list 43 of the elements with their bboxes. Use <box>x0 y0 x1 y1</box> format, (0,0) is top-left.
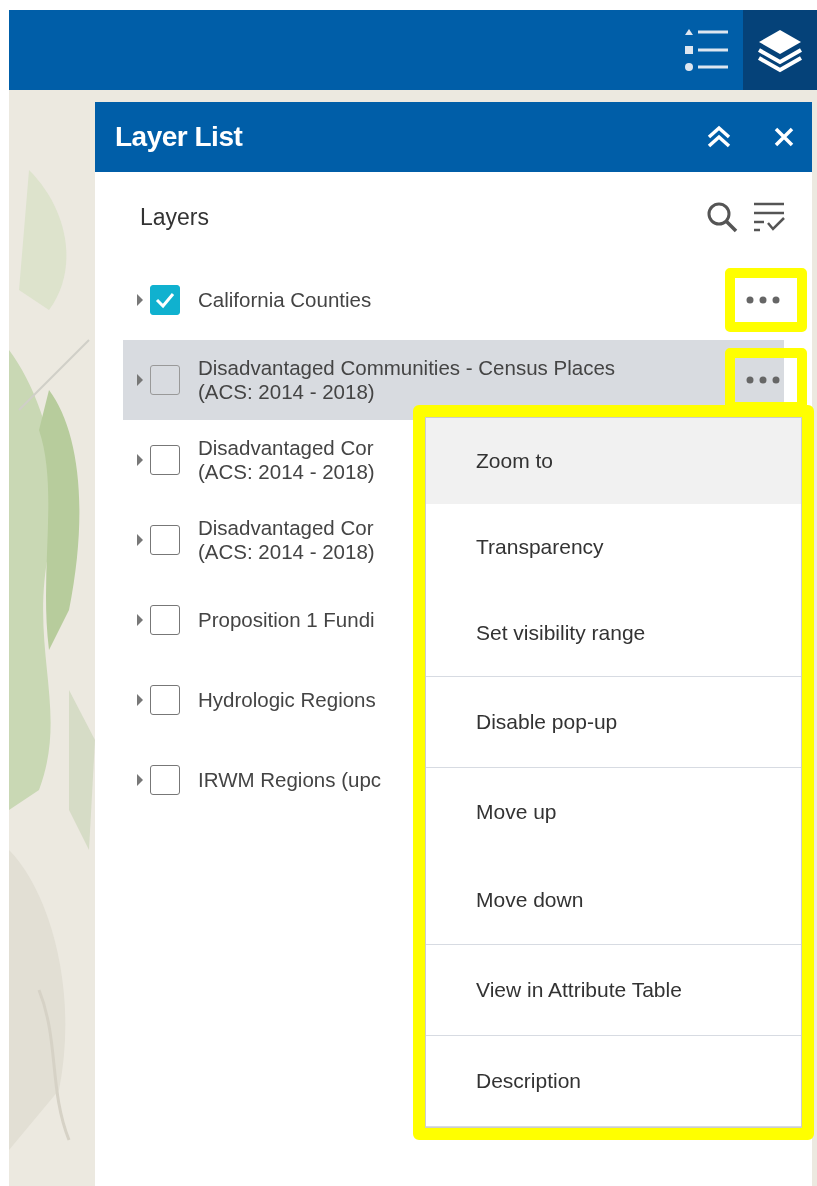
filter-button[interactable] <box>752 201 786 233</box>
layer-title: Disadvantaged Cor (ACS: 2014 - 2018) <box>198 516 375 564</box>
search-button[interactable] <box>706 201 738 233</box>
layers-button[interactable] <box>743 10 817 90</box>
menu-item[interactable]: Transparency <box>426 504 801 590</box>
menu-item[interactable]: Zoom to <box>426 418 801 504</box>
expand-caret-icon[interactable] <box>136 613 144 627</box>
layer-title: Disadvantaged Communities - Census Places (ACS: 2014 - 2018) <box>198 356 616 404</box>
menu-item[interactable]: Disable pop-up <box>426 677 801 767</box>
ellipsis-icon <box>746 376 780 384</box>
layer-checkbox[interactable] <box>150 685 180 715</box>
menu-item[interactable]: Set visibility range <box>426 590 801 676</box>
expand-caret-icon[interactable] <box>136 693 144 707</box>
layer-title: Proposition 1 Fundi <box>198 608 375 632</box>
close-button[interactable] <box>774 127 794 147</box>
menu-item[interactable]: Move up <box>426 768 801 856</box>
checkmark-icon <box>154 291 176 309</box>
expand-caret-icon[interactable] <box>136 293 144 307</box>
menu-item[interactable]: Description <box>426 1036 801 1126</box>
layer-title: Disadvantaged Cor (ACS: 2014 - 2018) <box>198 436 375 484</box>
section-title: Layers <box>140 203 211 231</box>
ellipsis-icon <box>746 296 780 304</box>
expand-caret-icon[interactable] <box>136 773 144 787</box>
layer-checkbox[interactable] <box>150 285 180 315</box>
menu-item[interactable]: View in Attribute Table <box>426 945 801 1035</box>
layer-checkbox[interactable] <box>150 365 180 395</box>
expand-caret-icon[interactable] <box>136 453 144 467</box>
layer-title: Hydrologic Regions <box>198 688 376 712</box>
filter-list-icon <box>752 201 786 233</box>
double-chevron-up-icon <box>706 125 732 149</box>
search-icon <box>706 201 738 233</box>
layer-checkbox[interactable] <box>150 605 180 635</box>
expand-caret-icon[interactable] <box>136 533 144 547</box>
layer-checkbox[interactable] <box>150 525 180 555</box>
layer-title: California Counties <box>198 288 372 312</box>
layer-title: IRWM Regions (upc <box>198 768 382 792</box>
expand-caret-icon[interactable] <box>136 373 144 387</box>
collapse-button[interactable] <box>706 125 732 149</box>
menu-item[interactable]: Move down <box>426 856 801 944</box>
close-icon <box>774 127 794 147</box>
layer-checkbox[interactable] <box>150 765 180 795</box>
layer-checkbox[interactable] <box>150 445 180 475</box>
panel-title: Layer List <box>115 121 244 153</box>
